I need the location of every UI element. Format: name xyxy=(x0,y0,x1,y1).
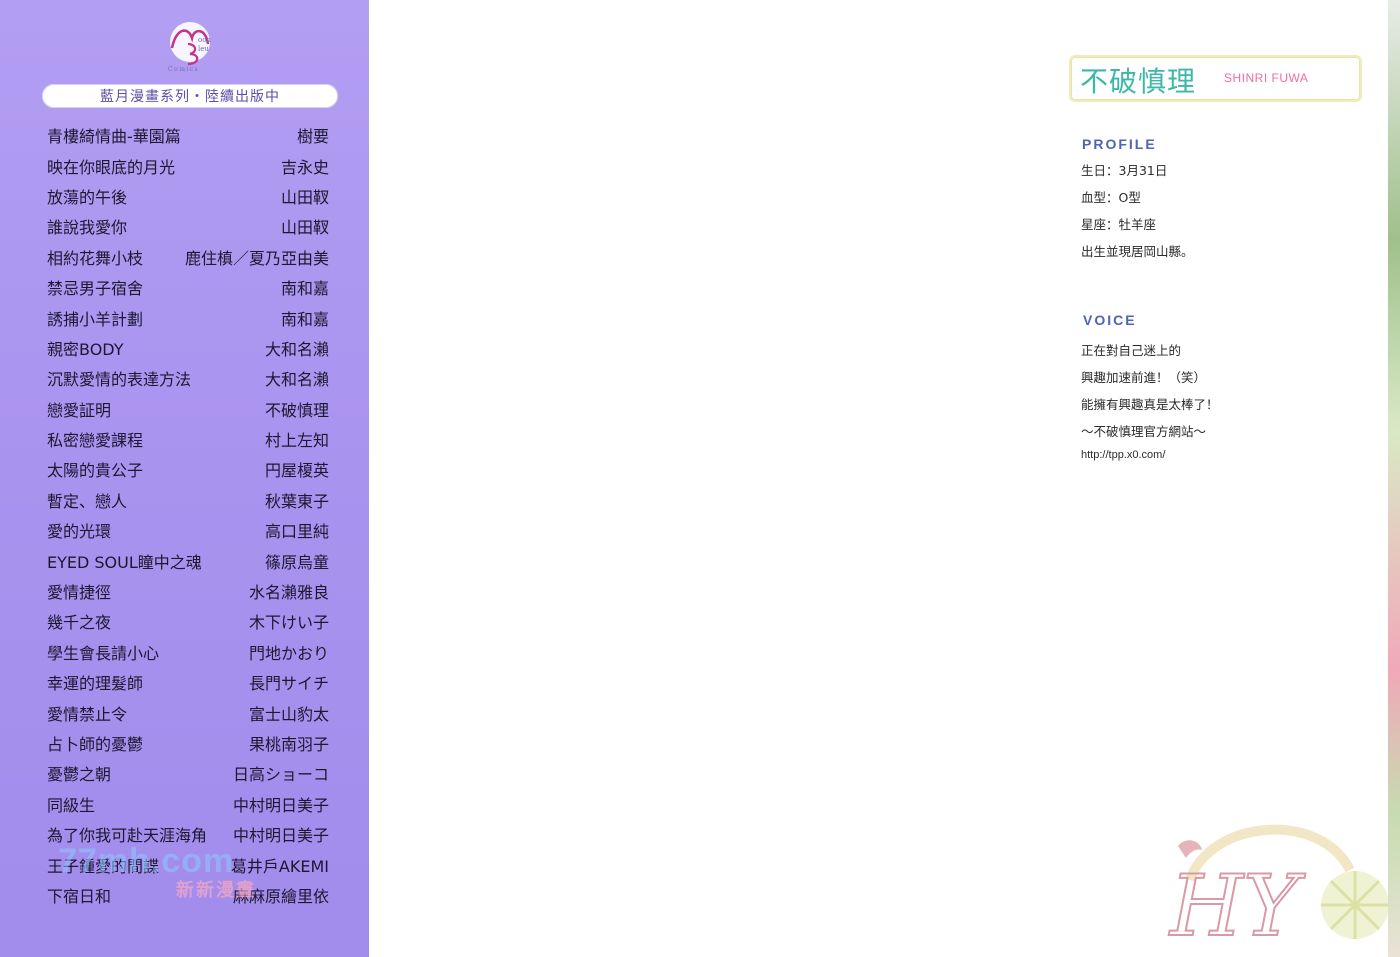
book-title: 誰說我愛你 xyxy=(47,218,128,238)
book-title: 愛情捷徑 xyxy=(47,583,112,603)
book-author: 秋葉東子 xyxy=(264,491,329,511)
book-title: 愛的光環 xyxy=(47,522,112,542)
profile-zodiac: 星座：牡羊座 xyxy=(1081,217,1157,232)
book-row: 同級生 中村明日美子 xyxy=(47,789,329,819)
book-title: 沉默愛情的表達方法 xyxy=(47,370,192,390)
book-author: 南和嘉 xyxy=(280,279,329,299)
profile-blood-type: 血型：O型 xyxy=(1081,190,1141,205)
book-author: 長門サイチ xyxy=(248,674,329,694)
book-row: 戀愛証明 不破慎理 xyxy=(47,394,329,424)
series-banner: 藍月漫畫系列・陸續出版中 xyxy=(42,84,338,108)
book-author: 葛井戶AKEMI xyxy=(230,856,329,876)
book-title: 暫定、戀人 xyxy=(47,491,128,511)
series-panel: oon leu Comics 藍月漫畫系列・陸續出版中 青樓綺情曲-華園篇 樹要映… xyxy=(0,0,369,957)
book-author: 中村明日美子 xyxy=(232,826,329,846)
book-row: 愛情捷徑 水名瀨雅良 xyxy=(47,576,329,606)
voice-line: 正在對自己迷上的 xyxy=(1081,343,1182,358)
book-title: 幾千之夜 xyxy=(47,613,112,633)
book-author: 樹要 xyxy=(296,127,329,147)
book-author: 鹿住槙／夏乃亞由美 xyxy=(184,248,329,268)
book-row: 暫定、戀人 秋葉東子 xyxy=(47,485,329,515)
book-author: 円屋榎英 xyxy=(264,461,329,481)
book-title: 映在你眼底的月光 xyxy=(47,157,176,177)
profile-birthday: 生日：3月31日 xyxy=(1081,163,1168,178)
page-edge-strip xyxy=(1388,0,1400,957)
book-title: 占卜師的憂鬱 xyxy=(47,735,144,754)
svg-text:Comics: Comics xyxy=(168,66,199,73)
book-title: 下宿日和 xyxy=(47,886,112,906)
book-row: 誰說我愛你 山田靫 xyxy=(47,211,329,241)
book-title: 誘捕小羊計劃 xyxy=(47,309,144,329)
book-author: 富士山豹太 xyxy=(248,704,329,724)
book-author: 山田靫 xyxy=(280,187,329,207)
book-title: 學生會長請小心 xyxy=(47,643,160,663)
book-title: EYED SOUL瞳中之魂 xyxy=(47,552,202,572)
voice-line: 興趣加速前進！（笑） xyxy=(1081,370,1207,385)
book-row: 憂鬱之朝 日高ショーコ xyxy=(47,758,329,788)
voice-line: ～不破慎理官方網站～ xyxy=(1081,424,1207,439)
book-row: 幾千之夜 木下けい子 xyxy=(47,606,329,636)
book-author: 南和嘉 xyxy=(280,309,329,329)
book-row: 青樓綺情曲-華園篇 樹要 xyxy=(47,120,329,150)
book-author: 水名瀨雅良 xyxy=(248,583,329,603)
svg-text:leu: leu xyxy=(198,45,209,53)
book-title: 私密戀愛課程 xyxy=(47,431,144,451)
book-title: 憂鬱之朝 xyxy=(47,765,112,785)
author-name-card: 不破慎理 SHINRI FUWA xyxy=(1069,55,1362,102)
book-title: 太陽的貴公子 xyxy=(47,461,144,481)
profile-heading: PROFILE xyxy=(1082,136,1157,152)
book-row: 太陽的貴公子 円屋榎英 xyxy=(47,454,329,484)
book-author: 中村明日美子 xyxy=(232,795,329,815)
book-author: 大和名瀨 xyxy=(264,370,329,390)
book-row: 誘捕小羊計劃 南和嘉 xyxy=(47,302,329,332)
hy-logo: HY xyxy=(1167,824,1389,955)
watermark-name: 新新漫畫 xyxy=(176,880,256,901)
book-row: 私密戀愛課程 村上左知 xyxy=(47,424,329,454)
book-author: 果桃南羽子 xyxy=(248,735,329,754)
book-title: 親密BODY xyxy=(47,339,124,359)
book-list: 青樓綺情曲-華園篇 樹要 映在你眼底的月光 吉永史 放蕩的午後 山田靫 誰說我愛你 山田靫 相約… xyxy=(47,120,329,910)
book-row: 愛的光環 高口里純 xyxy=(47,515,329,545)
book-row: 親密BODY 大和名瀨 xyxy=(47,333,329,363)
book-title: 青樓綺情曲-華園篇 xyxy=(47,127,181,147)
book-row: 幸運的理髮師 長門サイチ xyxy=(47,667,329,697)
book-row: 禁忌男子宿舍 南和嘉 xyxy=(47,272,329,302)
voice-line: 能擁有興趣真是太棒了！ xyxy=(1081,397,1219,412)
book-row: 沉默愛情的表達方法 大和名瀨 xyxy=(47,363,329,393)
book-title: 戀愛証明 xyxy=(47,400,112,420)
book-row: 愛情禁止令 富士山豹太 xyxy=(47,697,329,727)
profile-hometown: 出生並現居岡山縣。 xyxy=(1081,244,1194,259)
book-author: 大和名瀨 xyxy=(264,339,329,359)
book-title: 愛情禁止令 xyxy=(47,704,128,724)
book-title: 幸運的理髮師 xyxy=(47,674,144,694)
book-row: 映在你眼底的月光 吉永史 xyxy=(47,150,329,180)
book-row: EYED SOUL瞳中之魂 篠原烏童 xyxy=(47,545,329,575)
voice-heading: VOICE xyxy=(1083,312,1137,328)
author-name-romaji: SHINRI FUWA xyxy=(1224,71,1309,85)
book-author: 日高ショーコ xyxy=(232,765,329,785)
svg-text:HY: HY xyxy=(1168,857,1306,955)
book-row: 學生會長請小心 門地かおり xyxy=(47,637,329,667)
book-row: 相約花舞小枝 鹿住槙／夏乃亞由美 xyxy=(47,242,329,272)
book-title: 禁忌男子宿舍 xyxy=(47,279,144,299)
author-name: 不破慎理 xyxy=(1080,65,1197,98)
moon-bleu-logo: oon leu Comics xyxy=(168,22,211,73)
book-row: 占卜師的憂鬱 果桃南羽子 xyxy=(47,728,329,758)
book-title: 同級生 xyxy=(47,795,96,815)
svg-text:oon: oon xyxy=(198,36,211,44)
book-row: 放蕩的午後 山田靫 xyxy=(47,181,329,211)
book-title: 相約花舞小枝 xyxy=(47,248,144,268)
book-author: 高口里純 xyxy=(264,522,329,542)
book-author: 山田靫 xyxy=(280,218,329,238)
official-site-link[interactable]: http://tpp.x0.com/ xyxy=(1081,449,1165,461)
book-author: 門地かおり xyxy=(248,643,329,663)
book-author: 木下けい子 xyxy=(248,613,329,633)
book-title: 放蕩的午後 xyxy=(47,187,128,207)
book-author: 吉永史 xyxy=(280,157,329,177)
book-author: 不破慎理 xyxy=(264,400,329,420)
book-author: 村上左知 xyxy=(264,431,329,451)
book-author: 篠原烏童 xyxy=(264,552,329,572)
